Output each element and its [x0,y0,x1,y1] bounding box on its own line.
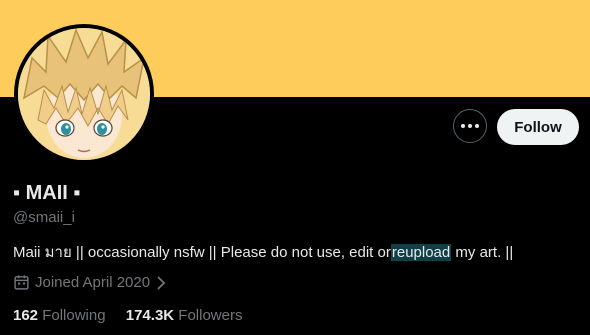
bio-text: Maii มาย || occasionally nsfw || Please … [13,244,391,261]
more-dot [468,124,472,128]
follow-button[interactable]: Follow [497,109,579,145]
profile-display-name: ▪ MAII ▪ [13,182,81,204]
join-date[interactable]: Joined April 2020 [13,274,171,291]
following-label: Following [42,307,106,324]
more-options-button[interactable] [453,109,487,143]
followers-link[interactable]: 174.3K Followers [126,307,243,324]
following-count: 162 [13,307,39,324]
profile-handle: @smaii_i [13,209,75,226]
more-dot [475,124,479,128]
bio-selected-text: reupload [390,244,452,261]
bio-text-end: my art. || [455,244,514,261]
profile-bio: Maii มาย || occasionally nsfw || Please … [13,240,513,264]
profile-stats: 162 Following 174.3K Followers [13,307,258,324]
chevron-right-icon [157,275,166,290]
calendar-icon [14,275,29,290]
followers-label: Followers [178,307,243,324]
following-link[interactable]: 162 Following [13,307,110,324]
join-date-label: Joined April 2020 [35,274,151,291]
more-dots-icon [461,124,465,128]
avatar[interactable] [18,28,150,160]
avatar-illustration [18,28,150,160]
followers-count: 174.3K [125,307,175,324]
